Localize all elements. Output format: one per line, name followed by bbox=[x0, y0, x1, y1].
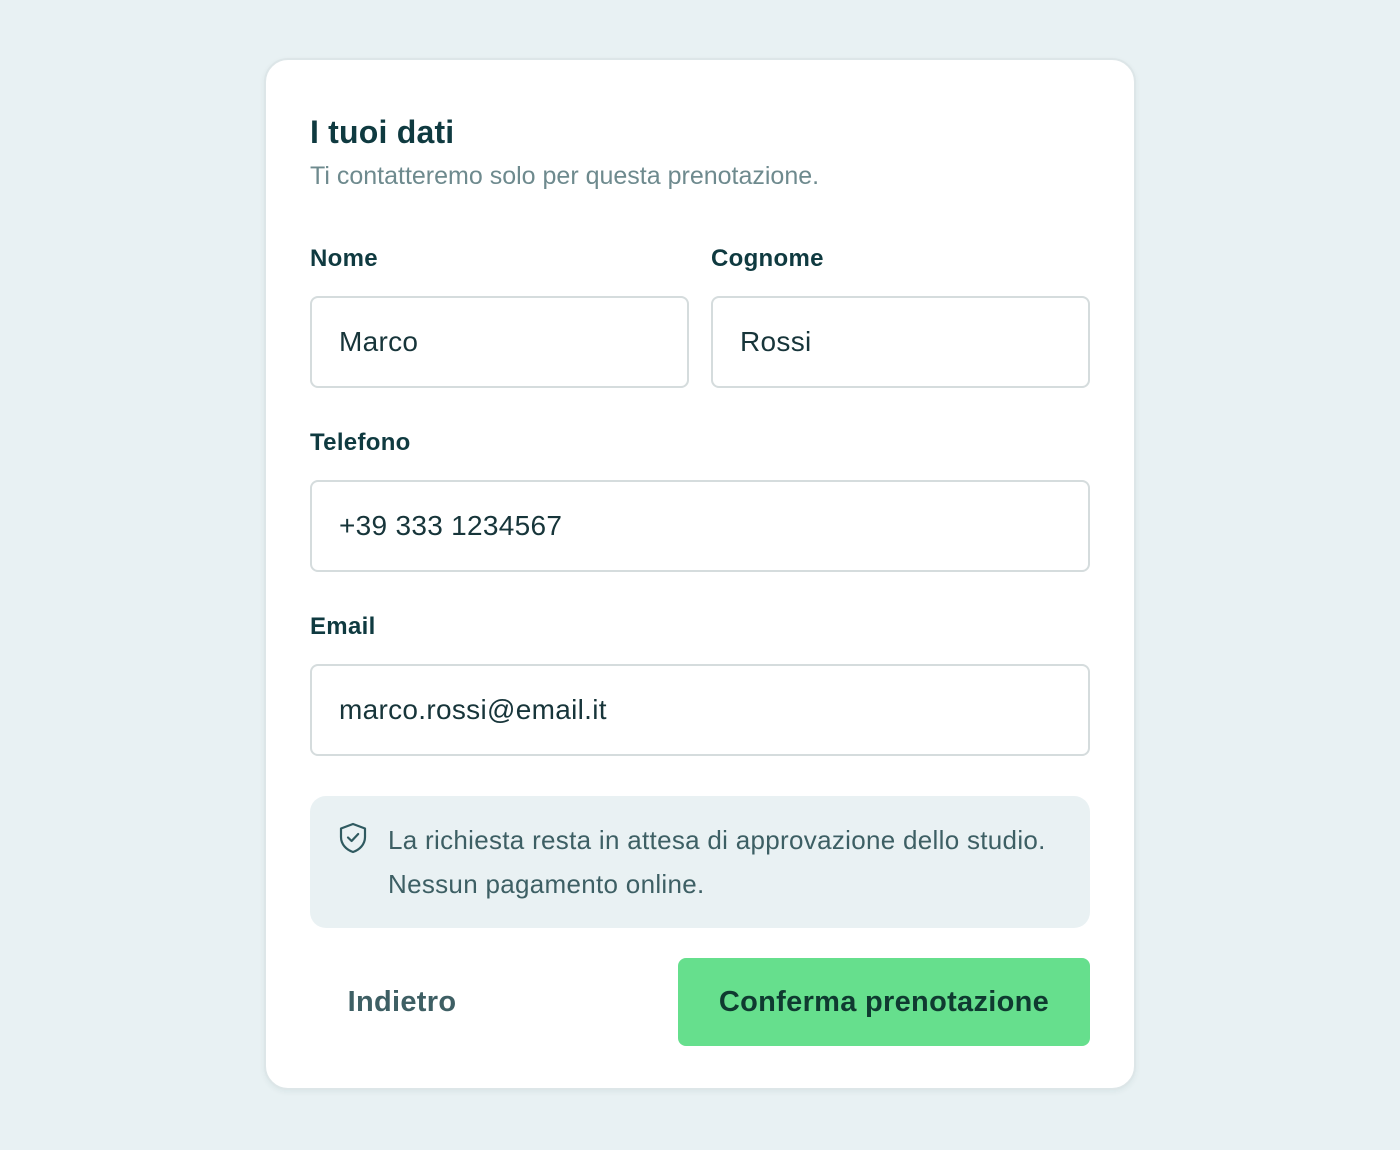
name-row: Nome Cognome bbox=[310, 244, 1090, 388]
email-field: Email bbox=[310, 612, 1090, 756]
shield-check-icon bbox=[339, 822, 367, 854]
form-actions: Indietro Conferma prenotazione bbox=[310, 958, 1090, 1046]
back-button[interactable]: Indietro bbox=[310, 958, 494, 1046]
phone-input[interactable] bbox=[310, 480, 1090, 572]
phone-field: Telefono bbox=[310, 428, 1090, 572]
form-title: I tuoi dati bbox=[310, 114, 455, 150]
last-name-label: Cognome bbox=[711, 245, 824, 272]
email-input[interactable] bbox=[310, 664, 1090, 756]
form-subtitle: Ti contatteremo solo per questa prenotaz… bbox=[310, 162, 820, 190]
phone-label: Telefono bbox=[310, 429, 411, 456]
first-name-label: Nome bbox=[310, 245, 378, 272]
last-name-input[interactable] bbox=[711, 296, 1090, 388]
notice-text: La richiesta resta in attesa di approvaz… bbox=[388, 825, 1046, 899]
approval-notice: La richiesta resta in attesa di approvaz… bbox=[310, 796, 1090, 928]
first-name-field: Nome bbox=[310, 244, 689, 388]
confirm-booking-button[interactable]: Conferma prenotazione bbox=[678, 958, 1090, 1046]
contact-details-card: I tuoi dati Ti contatteremo solo per que… bbox=[264, 58, 1136, 1090]
email-label: Email bbox=[310, 613, 376, 640]
first-name-input[interactable] bbox=[310, 296, 689, 388]
last-name-field: Cognome bbox=[711, 244, 1090, 388]
